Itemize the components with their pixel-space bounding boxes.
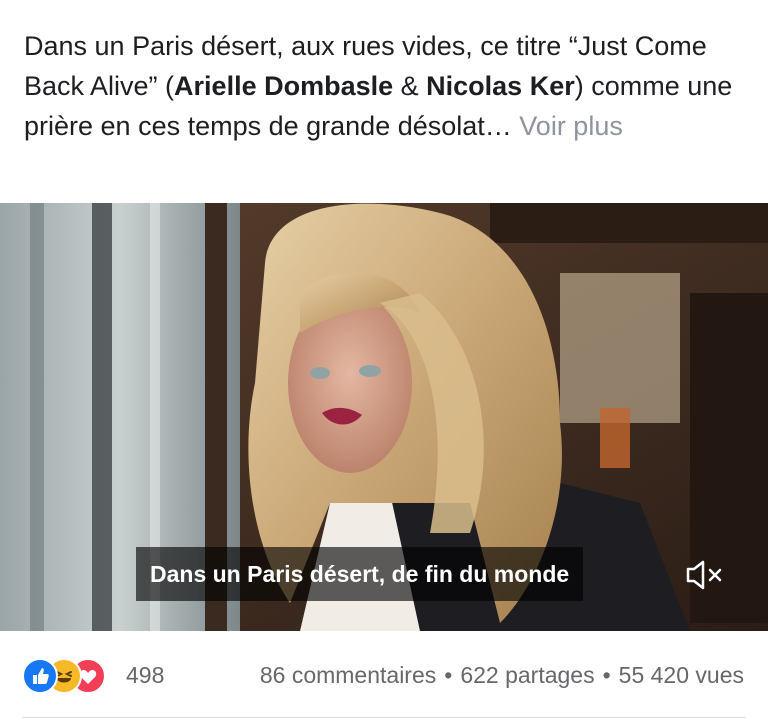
post-footer: 498 86 commentaires • 622 partages • 55 420 … xyxy=(0,632,768,720)
reaction-count[interactable]: 498 xyxy=(126,662,164,689)
mute-button[interactable] xyxy=(682,557,728,593)
separator-dot: • xyxy=(602,662,611,688)
artist-link-nicolas-ker[interactable]: Nicolas Ker xyxy=(426,71,575,101)
post-text-amp: & xyxy=(393,71,427,101)
divider xyxy=(22,717,746,718)
video-caption: Dans un Paris désert, de fin du monde xyxy=(136,547,584,601)
views-count[interactable]: 55 420 vues xyxy=(619,662,744,688)
separator-dot: • xyxy=(444,662,453,688)
see-more-link[interactable]: Voir plus xyxy=(512,111,623,141)
artist-link-arielle-dombasle[interactable]: Arielle Dombasle xyxy=(174,71,393,101)
shares-count[interactable]: 622 partages xyxy=(460,662,594,688)
like-icon xyxy=(22,658,58,694)
comments-count[interactable]: 86 commentaires xyxy=(260,662,436,688)
post-text: Dans un Paris désert, aux rues vides, ce… xyxy=(24,26,754,146)
video-player[interactable]: Dans un Paris désert, de fin du monde xyxy=(0,203,768,631)
speaker-muted-icon xyxy=(686,560,722,590)
post-stats: 86 commentaires • 622 partages • 55 420 vues xyxy=(260,662,744,689)
